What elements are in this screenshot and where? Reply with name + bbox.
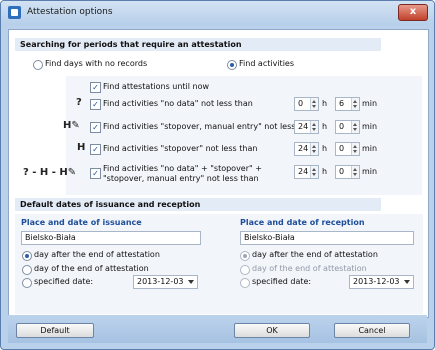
- reception-title: Place and date of reception: [240, 218, 365, 227]
- hours-unit: h: [322, 167, 328, 176]
- stopover-label: Find activities "stopover" not less than: [103, 144, 258, 153]
- hours-unit: h: [322, 122, 328, 131]
- issuance-radio-day-after[interactable]: [22, 251, 32, 261]
- stopover-manual-icon: H✎: [63, 120, 80, 131]
- checkbox-combined[interactable]: ✓: [90, 168, 101, 179]
- checkbox-no-data[interactable]: ✓: [90, 99, 101, 110]
- stopover-hours-stepper[interactable]: 24: [294, 142, 319, 156]
- no-data-minutes-stepper[interactable]: 6: [335, 97, 360, 111]
- no-data-hours-stepper[interactable]: 0: [294, 97, 319, 111]
- app-icon: [8, 6, 21, 19]
- hours-unit: h: [322, 144, 328, 153]
- checkbox-until-now[interactable]: ✓: [90, 82, 101, 93]
- title-bar[interactable]: Attestation options x: [1, 1, 434, 25]
- issuance-day-of-label: day of the end of attestation: [34, 264, 149, 273]
- reception-day-of-label: day of the end of attestation: [252, 264, 367, 273]
- reception-specified-label: specified date:: [252, 277, 312, 286]
- ok-button[interactable]: OK: [234, 323, 310, 338]
- radio-no-records[interactable]: [33, 60, 43, 70]
- issuance-date-select[interactable]: 2013-12-03: [133, 275, 198, 289]
- checkbox-stopover[interactable]: ✓: [90, 144, 101, 155]
- reception-date-select[interactable]: 2013-12-03: [349, 275, 414, 289]
- cancel-button[interactable]: Cancel: [334, 323, 410, 338]
- stopover-manual-hours-stepper[interactable]: 24: [294, 120, 319, 134]
- minutes-unit: min: [362, 99, 378, 108]
- reception-radio-specified[interactable]: [240, 278, 250, 288]
- minutes-unit: min: [362, 144, 378, 153]
- minutes-unit: min: [362, 167, 378, 176]
- dialog-body: Searching for periods that require an at…: [8, 29, 429, 318]
- stopover-minutes-stepper[interactable]: 0: [335, 142, 360, 156]
- no-data-icon: ?: [76, 97, 82, 108]
- stopover-manual-label: Find activities "stopover, manual entry"…: [103, 122, 317, 131]
- until-now-label: Find attestations until now: [103, 82, 210, 91]
- checkbox-stopover-manual[interactable]: ✓: [90, 122, 101, 133]
- issuance-specified-label: specified date:: [34, 277, 94, 286]
- reception-place-input[interactable]: Bielsko-Biała: [240, 231, 414, 245]
- minutes-unit: min: [362, 122, 378, 131]
- dialog-window: Attestation options x Searching for peri…: [0, 0, 435, 350]
- issuance-day-after-label: day after the end of attestation: [34, 250, 160, 259]
- stopover-manual-minutes-stepper[interactable]: 0: [335, 120, 360, 134]
- issuance-radio-day-of[interactable]: [22, 265, 32, 275]
- reception-radio-day-of[interactable]: [240, 265, 250, 275]
- window-title: Attestation options: [27, 7, 113, 17]
- issuance-title: Place and date of issuance: [21, 218, 142, 227]
- dates-section-header: Default dates of issuance and reception: [15, 198, 381, 211]
- radio-find-activities[interactable]: [227, 60, 237, 70]
- hours-unit: h: [322, 99, 328, 108]
- default-button[interactable]: Default: [16, 323, 94, 338]
- button-bar: Default OK Cancel: [8, 315, 427, 343]
- no-data-label: Find activities "no data" not less than: [103, 99, 253, 108]
- issuance-radio-specified[interactable]: [22, 278, 32, 288]
- reception-day-after-label: day after the end of attestation: [252, 250, 378, 259]
- radio-find-activities-label: Find activities: [239, 59, 294, 68]
- radio-no-records-label: Find days with no records: [45, 59, 148, 68]
- combined-activities-icon: ? - H - H✎: [23, 167, 77, 178]
- search-section-header: Searching for periods that require an at…: [15, 38, 381, 51]
- issuance-place-input[interactable]: Bielsko-Biała: [21, 231, 201, 245]
- combined-label: Find activities "no data" + "stopover" +…: [103, 164, 262, 183]
- reception-radio-day-after[interactable]: [240, 251, 250, 261]
- close-button[interactable]: x: [398, 4, 428, 21]
- stopover-icon: H: [77, 142, 86, 153]
- combined-minutes-stepper[interactable]: 0: [335, 165, 360, 179]
- combined-hours-stepper[interactable]: 24: [294, 165, 319, 179]
